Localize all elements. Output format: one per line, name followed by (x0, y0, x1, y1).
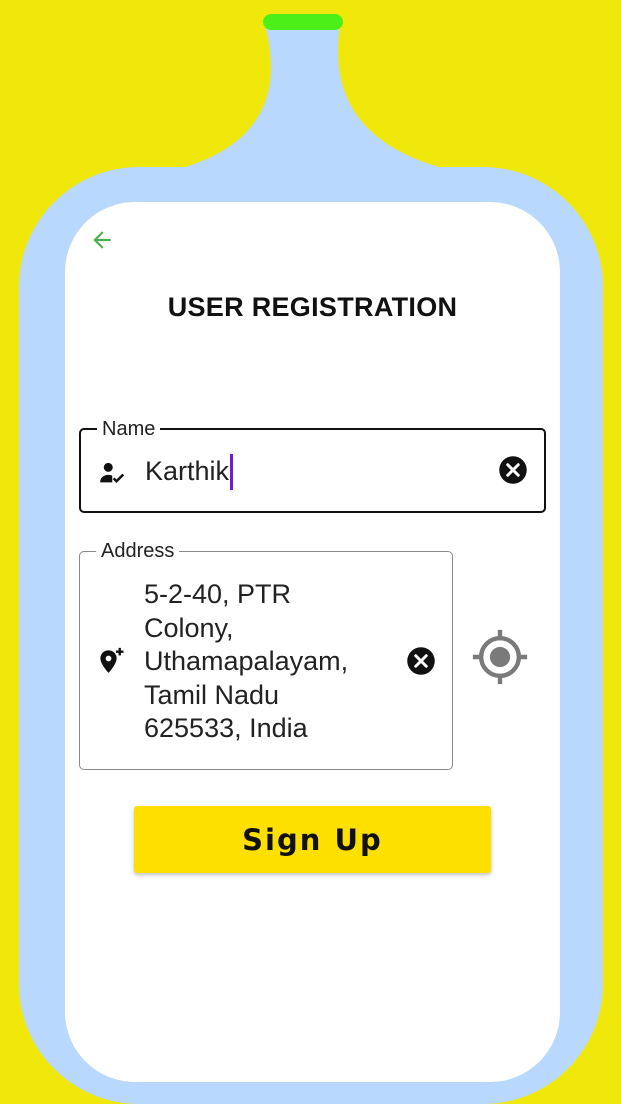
back-button[interactable] (88, 226, 116, 254)
address-label: Address (96, 539, 180, 563)
address-field[interactable]: Address 5-2-40, PTR Colony, Uthamapalaya… (79, 539, 453, 770)
bottle-neck (175, 25, 450, 170)
bottle-cap (263, 14, 343, 30)
gps-fixed-icon (472, 629, 528, 685)
current-location-button[interactable] (468, 625, 532, 689)
address-line: Uthamapalayam, (144, 646, 349, 676)
address-line: Tamil Nadu (144, 679, 280, 710)
name-value-text: Karthik (145, 456, 230, 487)
add-location-icon (96, 646, 126, 676)
text-cursor (230, 454, 234, 490)
clear-name-button[interactable] (498, 455, 528, 485)
sign-up-button[interactable]: Sign Up (134, 806, 491, 873)
clear-circle-icon (407, 647, 435, 675)
address-input[interactable]: 5-2-40, PTR Colony, Uthamapalayam, Tamil… (144, 578, 394, 746)
person-check-icon (97, 458, 127, 488)
name-input[interactable]: Karthik (145, 454, 234, 490)
address-line: Colony, (144, 612, 234, 643)
clear-circle-icon (499, 456, 527, 484)
address-line: 625533, India (144, 713, 308, 743)
name-field[interactable]: Name Karthik (79, 417, 546, 513)
name-label: Name (97, 417, 161, 441)
page-title: USER REGISTRATION (167, 292, 458, 322)
address-line: 5-2-40, PTR (144, 579, 292, 609)
arrow-left-icon (93, 231, 111, 249)
clear-address-button[interactable] (406, 646, 436, 676)
